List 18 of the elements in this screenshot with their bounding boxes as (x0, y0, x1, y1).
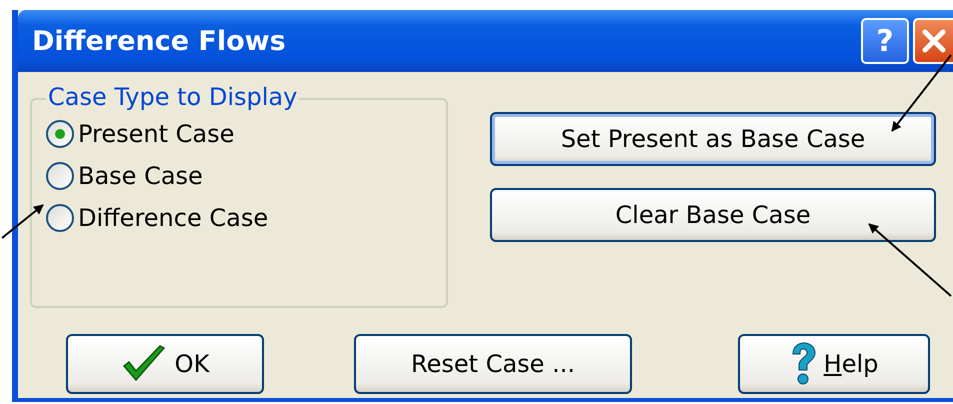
annotation-arrow (1, 204, 44, 239)
dialog-button[interactable]: Reset Case ... (354, 334, 632, 394)
radio-option[interactable]: Difference Case (46, 204, 446, 232)
radio-button[interactable] (46, 162, 74, 190)
help-title-button[interactable]: ? (861, 18, 909, 64)
action-button[interactable]: Clear Base Case (490, 188, 936, 242)
action-button[interactable]: Set Present as Base Case (490, 112, 936, 166)
radio-button[interactable] (46, 120, 74, 148)
close-icon (920, 27, 948, 55)
radio-option[interactable]: Present Case (46, 120, 446, 148)
window-title: Difference Flows (32, 26, 286, 56)
dialog-button[interactable]: OK (66, 334, 264, 394)
radio-button[interactable] (46, 204, 74, 232)
close-button[interactable] (913, 18, 953, 64)
checkmark-icon (120, 344, 167, 384)
question-mark-icon (790, 342, 816, 386)
radio-option[interactable]: Base Case (46, 162, 446, 190)
dialog-button[interactable]: Help (738, 334, 930, 394)
